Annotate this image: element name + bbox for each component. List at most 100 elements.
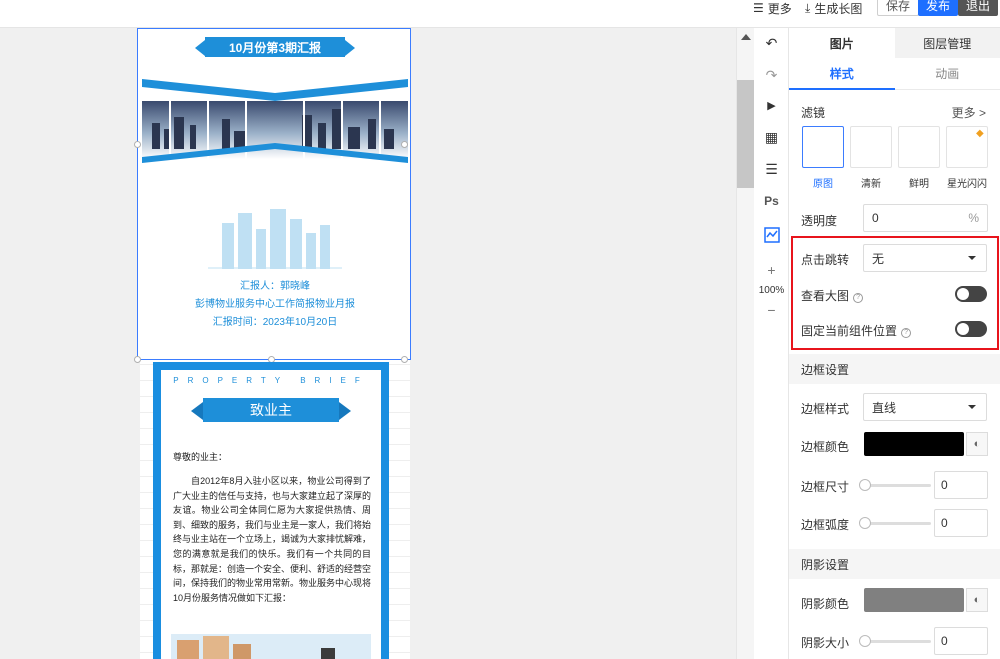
filter-vivid[interactable] <box>898 126 940 168</box>
chevron-down-icon <box>968 256 976 260</box>
border-color-swatch[interactable] <box>864 432 964 456</box>
click-jump-label: 点击跳转 <box>801 253 850 267</box>
opacity-label: 透明度 <box>801 214 838 228</box>
page2-inner: PROPERTY BRIEF 致业主 尊敬的业主： 自2012年8月入驻小区以来… <box>161 370 381 659</box>
chevron-down-icon <box>968 405 976 409</box>
page2-letter[interactable]: PROPERTY BRIEF 致业主 尊敬的业主： 自2012年8月入驻小区以来… <box>153 362 389 659</box>
document-icon[interactable]: ☰ <box>754 158 789 180</box>
redo-icon[interactable]: ↷ <box>754 64 789 86</box>
undo-icon[interactable]: ↶ <box>754 32 789 54</box>
more-menu[interactable]: ☰ 更多 <box>753 0 792 16</box>
chart-icon[interactable] <box>754 224 789 246</box>
palette-icon[interactable]: ◐ <box>966 432 988 456</box>
slider-knob[interactable] <box>859 635 871 647</box>
top-toolbar: ☰ 更多 ⤓ 生成长图 保存 发布 退出 <box>0 0 1000 28</box>
view-large-toggle[interactable] <box>955 286 987 302</box>
resize-handle-bottom-left[interactable] <box>134 356 141 363</box>
download-icon: ⤓ <box>805 0 811 15</box>
generate-long-image-button[interactable]: ⤓ 生成长图 <box>805 0 862 16</box>
canvas-scrollbar[interactable] <box>736 28 755 659</box>
filter-label-fresh: 清新 <box>861 179 881 190</box>
filter-label-vivid: 鲜明 <box>909 179 929 190</box>
border-style-value: 直线 <box>872 400 897 415</box>
premium-gem-icon: ◆ <box>976 128 984 139</box>
percent-unit: % <box>968 211 979 225</box>
help-icon: ? <box>853 293 864 303</box>
border-style-select[interactable]: 直线 <box>863 393 987 421</box>
editor-canvas[interactable]: 10月份第3期汇报 汇报人：郭晓峰 彭博物业服务中心工作简报物业月报 汇报时间：… <box>0 28 736 659</box>
opacity-input[interactable]: 0 % <box>863 204 988 232</box>
resize-handle-left[interactable] <box>134 141 141 148</box>
tab-animation[interactable]: 动画 <box>895 58 1000 89</box>
resize-handle-bottom-right[interactable] <box>401 356 408 363</box>
filter-label: 滤镜 <box>801 106 826 120</box>
shadow-section-header: 阴影设置 <box>789 549 1000 579</box>
opacity-value: 0 <box>872 211 879 225</box>
play-icon[interactable]: ▶ <box>754 94 789 116</box>
border-section-header: 边框设置 <box>789 354 1000 384</box>
border-radius-label: 边框弧度 <box>801 518 850 532</box>
panel-main-tabs: 图片 图层管理 <box>789 28 1000 58</box>
border-size-slider[interactable] <box>859 479 931 491</box>
publish-button[interactable]: 发布 <box>918 0 959 16</box>
tab-style[interactable]: 样式 <box>789 58 895 90</box>
buildings-illustration <box>208 209 342 269</box>
filter-label-starlight: 星光闪闪 <box>947 179 987 190</box>
exit-button[interactable]: 退出 <box>958 0 999 16</box>
shadow-size-label: 阴影大小 <box>801 636 850 650</box>
panel-sub-tabs: 样式 动画 <box>789 58 1000 90</box>
properties-panel: 图片 图层管理 样式 动画 滤镜 更多 > ◆ 原图 清新 鲜明 星光闪闪 透明… <box>789 28 1000 659</box>
tab-image[interactable]: 图片 <box>789 28 895 58</box>
tool-strip: ↶ ↷ ▶ ▦ ☰ Ps + 100% − <box>754 28 789 659</box>
shadow-size-slider[interactable] <box>859 635 931 647</box>
fix-position-label: 固定当前组件位置 <box>801 324 898 338</box>
filter-fresh[interactable] <box>850 126 892 168</box>
border-radius-slider[interactable] <box>859 517 931 529</box>
page1-ribbon-title: 10月份第3期汇报 <box>195 37 355 57</box>
subtitle-text: 彭博物业服务中心工作简报物业月报 <box>195 299 355 310</box>
shadow-color-label: 阴影颜色 <box>801 597 850 611</box>
border-radius-input[interactable]: 0 <box>934 509 988 537</box>
reporter-text: 汇报人：郭晓峰 <box>240 281 310 292</box>
selected-image-component[interactable]: 10月份第3期汇报 汇报人：郭晓峰 彭博物业服务中心工作简报物业月报 汇报时间：… <box>137 28 411 360</box>
zoom-out-button[interactable]: − <box>754 302 789 318</box>
zoom-level: 100% <box>758 285 785 296</box>
property-brief-text: PROPERTY BRIEF <box>173 376 369 385</box>
toggle-knob <box>957 323 969 335</box>
city-skyline-image <box>142 79 408 175</box>
filter-label-original: 原图 <box>813 179 833 190</box>
palette-icon[interactable]: ◐ <box>966 588 988 612</box>
fix-position-row: 固定当前组件位置? <box>801 322 912 339</box>
save-button[interactable]: 保存 <box>877 0 920 16</box>
fix-position-toggle[interactable] <box>955 321 987 337</box>
scrollbar-thumb[interactable] <box>737 80 755 188</box>
view-large-row: 查看大图? <box>801 287 864 304</box>
grid-icon[interactable]: ▦ <box>754 126 789 148</box>
click-jump-value: 无 <box>872 251 885 266</box>
border-style-label: 边框样式 <box>801 402 850 416</box>
tab-layers[interactable]: 图层管理 <box>894 28 1000 58</box>
shadow-size-input[interactable]: 0 <box>934 627 988 655</box>
border-size-input[interactable]: 0 <box>934 471 988 499</box>
report-time-text: 汇报时间：2023年10月20日 <box>212 317 338 328</box>
view-large-label: 查看大图 <box>801 289 850 303</box>
slider-knob[interactable] <box>859 479 871 491</box>
border-color-label: 边框颜色 <box>801 440 850 454</box>
scroll-up-arrow-icon[interactable] <box>741 34 751 40</box>
more-label: 更多 <box>767 1 792 16</box>
help-icon: ? <box>901 328 912 338</box>
filter-more-link[interactable]: 更多 > <box>952 104 986 121</box>
community-photo <box>171 634 371 659</box>
filter-original[interactable] <box>802 126 844 168</box>
letter-body-text: 自2012年8月入驻小区以来，物业公司得到了广大业主的信任与支持，也与大家建立起… <box>173 476 372 603</box>
resize-handle-right[interactable] <box>401 141 408 148</box>
list-icon: ☰ <box>753 1 764 15</box>
click-jump-select[interactable]: 无 <box>863 244 987 272</box>
zoom-in-button[interactable]: + <box>754 262 789 278</box>
slider-knob[interactable] <box>859 517 871 529</box>
shadow-color-swatch[interactable] <box>864 588 964 612</box>
border-size-label: 边框尺寸 <box>801 480 850 494</box>
greeting-text: 尊敬的业主： <box>173 452 228 462</box>
ps-icon[interactable]: Ps <box>754 190 789 212</box>
toggle-knob <box>957 288 969 300</box>
